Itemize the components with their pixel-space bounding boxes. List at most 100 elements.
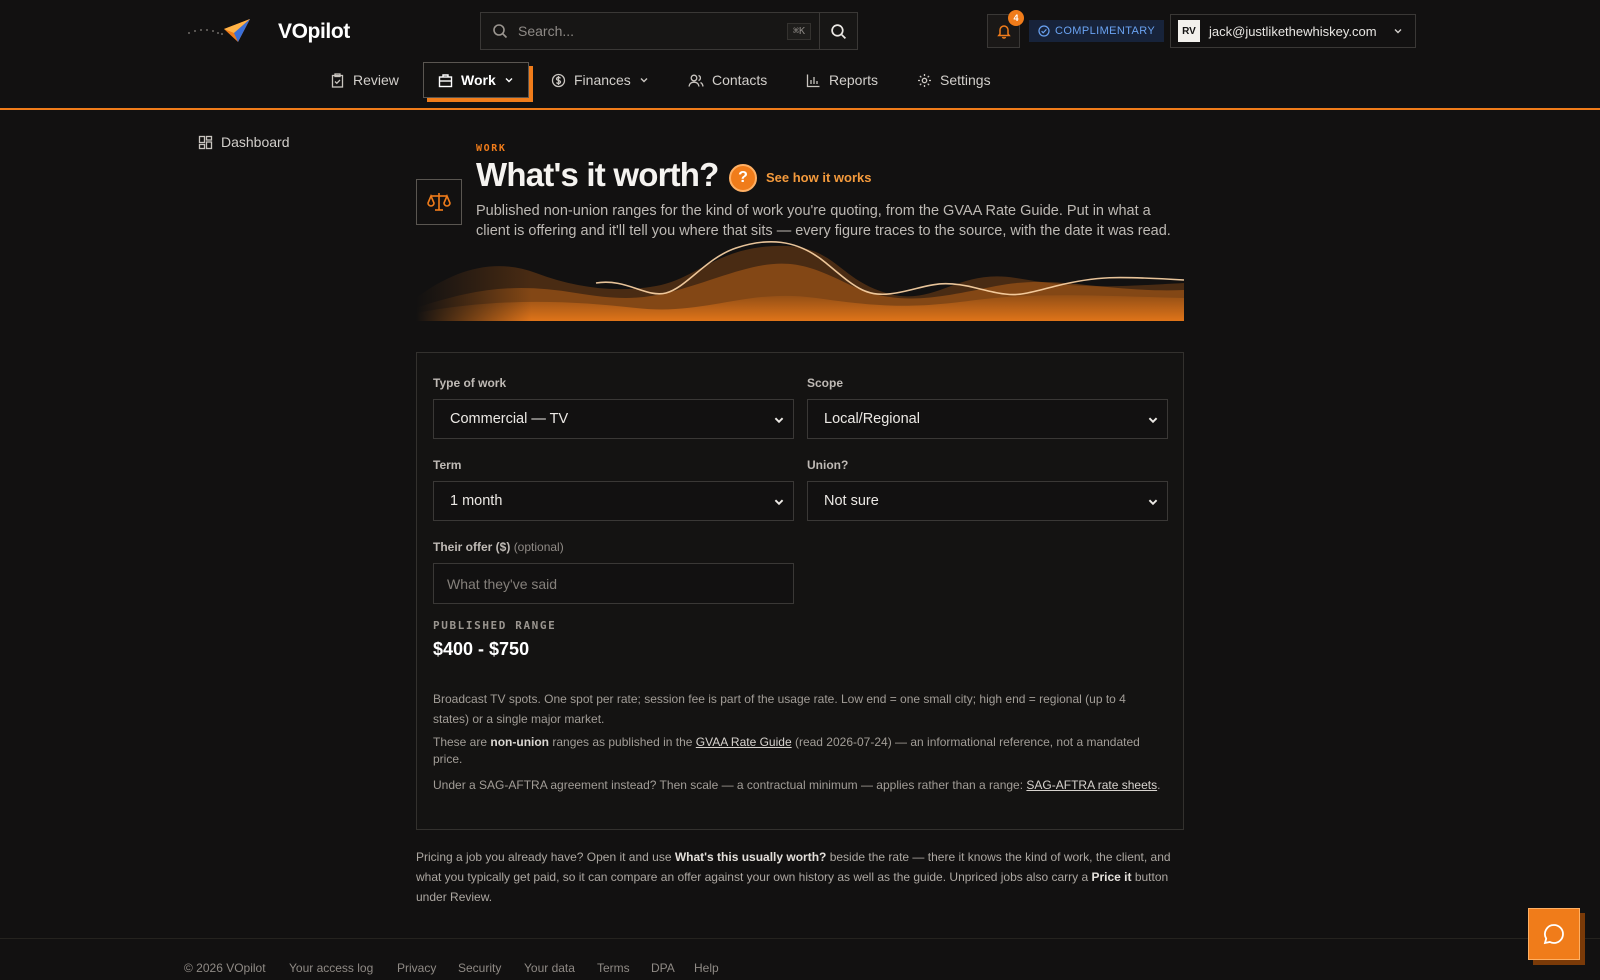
footer: © 2026 VOpilot Your access log Privacy S… (0, 938, 1600, 980)
search-bar: ⌘K (480, 12, 858, 50)
nav-label: Work (461, 72, 496, 88)
search-input[interactable] (508, 13, 787, 49)
briefcase-icon (438, 73, 453, 87)
see-how-it-works-link[interactable]: See how it works (766, 170, 871, 185)
paper-plane-logo-icon (188, 19, 250, 42)
term-label: Term (433, 458, 462, 472)
brand-name: VOpilot (278, 20, 350, 43)
gear-icon (918, 73, 931, 87)
notifications-button[interactable]: 4 (987, 10, 1024, 48)
scope-value: Local/Regional (824, 411, 920, 427)
type-of-work-select[interactable]: Commercial — TV (433, 399, 794, 439)
avatar: RV (1178, 20, 1200, 42)
union-label: Union? (807, 458, 849, 472)
plan-badge-label: COMPLIMENTARY (1055, 25, 1156, 37)
brand-logo[interactable]: VOpilot (186, 16, 350, 46)
chevron-down-icon (1148, 499, 1158, 506)
nav-label: Contacts (712, 72, 768, 88)
sag-note-text: Under a SAG-AFTRA agreement instead? The… (433, 778, 1027, 792)
nav-item-work[interactable]: Work (423, 62, 529, 98)
price-it-emphasis: Price it (1091, 870, 1132, 884)
footer-link-access-log[interactable]: Your access log (289, 961, 373, 975)
nav-item-review[interactable]: Review (330, 62, 399, 98)
pricing-hint-text: Pricing a job you already have? Open it … (416, 850, 675, 864)
footer-link-dpa[interactable]: DPA (651, 961, 675, 975)
bar-chart-icon (806, 74, 820, 87)
plan-badge: COMPLIMENTARY (1029, 20, 1165, 42)
search-button[interactable] (819, 13, 857, 49)
chat-button[interactable] (1528, 908, 1580, 960)
nav-item-settings[interactable]: Settings (917, 62, 991, 98)
nav-label: Finances (574, 72, 631, 88)
offer-input[interactable] (433, 563, 794, 604)
published-range-value: $400 - $750 (433, 639, 530, 659)
search-shortcut-hint: ⌘K (786, 22, 811, 40)
scale-icon (427, 193, 451, 211)
main-nav: Dashboard Review Work Finances Contacts (0, 62, 1600, 150)
contacts-icon (688, 74, 704, 87)
check-circle-icon (1038, 25, 1050, 37)
source-note-text: These are (433, 735, 491, 749)
nav-item-reports[interactable]: Reports (806, 62, 878, 98)
offer-label: Their offer ($) (optional) (433, 540, 564, 554)
user-menu[interactable]: RV jack@justlikethewhiskey.com (1170, 14, 1416, 48)
nav-item-contacts[interactable]: Contacts (688, 62, 767, 98)
scope-label: Scope (807, 376, 844, 390)
nav-label: Reports (829, 72, 879, 88)
chevron-down-icon (774, 417, 784, 424)
range-description: Broadcast TV spots. One spot per rate; s… (433, 692, 1126, 726)
offer-optional-hint: (optional) (513, 540, 564, 554)
source-note-text: ranges as published in the (549, 735, 696, 749)
footer-link-help[interactable]: Help (694, 961, 719, 975)
nav-item-dashboard[interactable]: Dashboard (198, 124, 290, 160)
nav-label: Dashboard (221, 134, 290, 150)
offer-label-text: Their offer ($) (433, 540, 511, 554)
sag-note-text: . (1157, 778, 1161, 792)
chevron-down-icon (640, 78, 648, 83)
chevron-down-icon (1394, 29, 1402, 34)
type-of-work-value: Commercial — TV (450, 411, 569, 427)
term-value: 1 month (450, 493, 503, 509)
sag-aftra-note: Under a SAG-AFTRA agreement instead? The… (433, 775, 1163, 795)
pricing-hint: Pricing a job you already have? Open it … (416, 847, 1186, 907)
gvaa-rate-guide-link[interactable]: GVAA Rate Guide (696, 735, 792, 749)
union-select[interactable]: Not sure (807, 481, 1168, 521)
nav-label: Review (353, 72, 399, 88)
page-intro: Published non-union ranges for the kind … (476, 203, 1171, 239)
chat-bubble-icon (1543, 924, 1564, 945)
chevron-down-icon (1148, 417, 1158, 424)
search-icon (493, 24, 508, 39)
user-email: jack@justlikethewhiskey.com (1209, 23, 1377, 39)
footer-link-privacy[interactable]: Privacy (397, 961, 436, 975)
usually-worth-emphasis: What's this usually worth? (674, 850, 827, 864)
nav-label: Settings (940, 72, 991, 88)
rate-lookup-card: Type of work Commercial — TV Scope Local… (416, 352, 1184, 830)
page-title: What's it worth? (476, 156, 719, 193)
scope-select[interactable]: Local/Regional (807, 399, 1168, 439)
type-of-work-label: Type of work (433, 376, 507, 390)
search-icon (831, 23, 847, 39)
help-icon[interactable]: ? (729, 164, 757, 192)
notification-count-badge: 4 (1008, 10, 1024, 26)
source-note: These are non-union ranges as published … (433, 734, 1163, 768)
nav-item-finances[interactable]: Finances (551, 62, 649, 98)
footer-link-terms[interactable]: Terms (597, 961, 630, 975)
bell-icon (996, 25, 1011, 39)
footer-copyright: © 2026 VOpilot (184, 961, 266, 975)
clipboard-check-icon (331, 72, 344, 88)
term-select[interactable]: 1 month (433, 481, 794, 521)
dashboard-icon (198, 135, 213, 149)
published-range-label: PUBLISHED RANGE (433, 619, 557, 632)
top-bar: VOpilot ⌘K 4 COMPLIMENTARY RV jack@justl… (0, 0, 1600, 62)
footer-link-security[interactable]: Security (458, 961, 501, 975)
page-eyebrow: WORK (476, 143, 507, 154)
chevron-down-icon (774, 499, 784, 506)
page-icon (416, 179, 462, 225)
non-union-emphasis: non-union (490, 735, 550, 749)
chevron-down-icon (505, 78, 513, 83)
decorative-wave-graphic (416, 238, 1184, 321)
sag-aftra-rate-sheets-link[interactable]: SAG-AFTRA rate sheets (1026, 778, 1157, 792)
dollar-circle-icon (551, 73, 566, 87)
footer-link-your-data[interactable]: Your data (524, 961, 575, 975)
union-value: Not sure (824, 493, 879, 509)
